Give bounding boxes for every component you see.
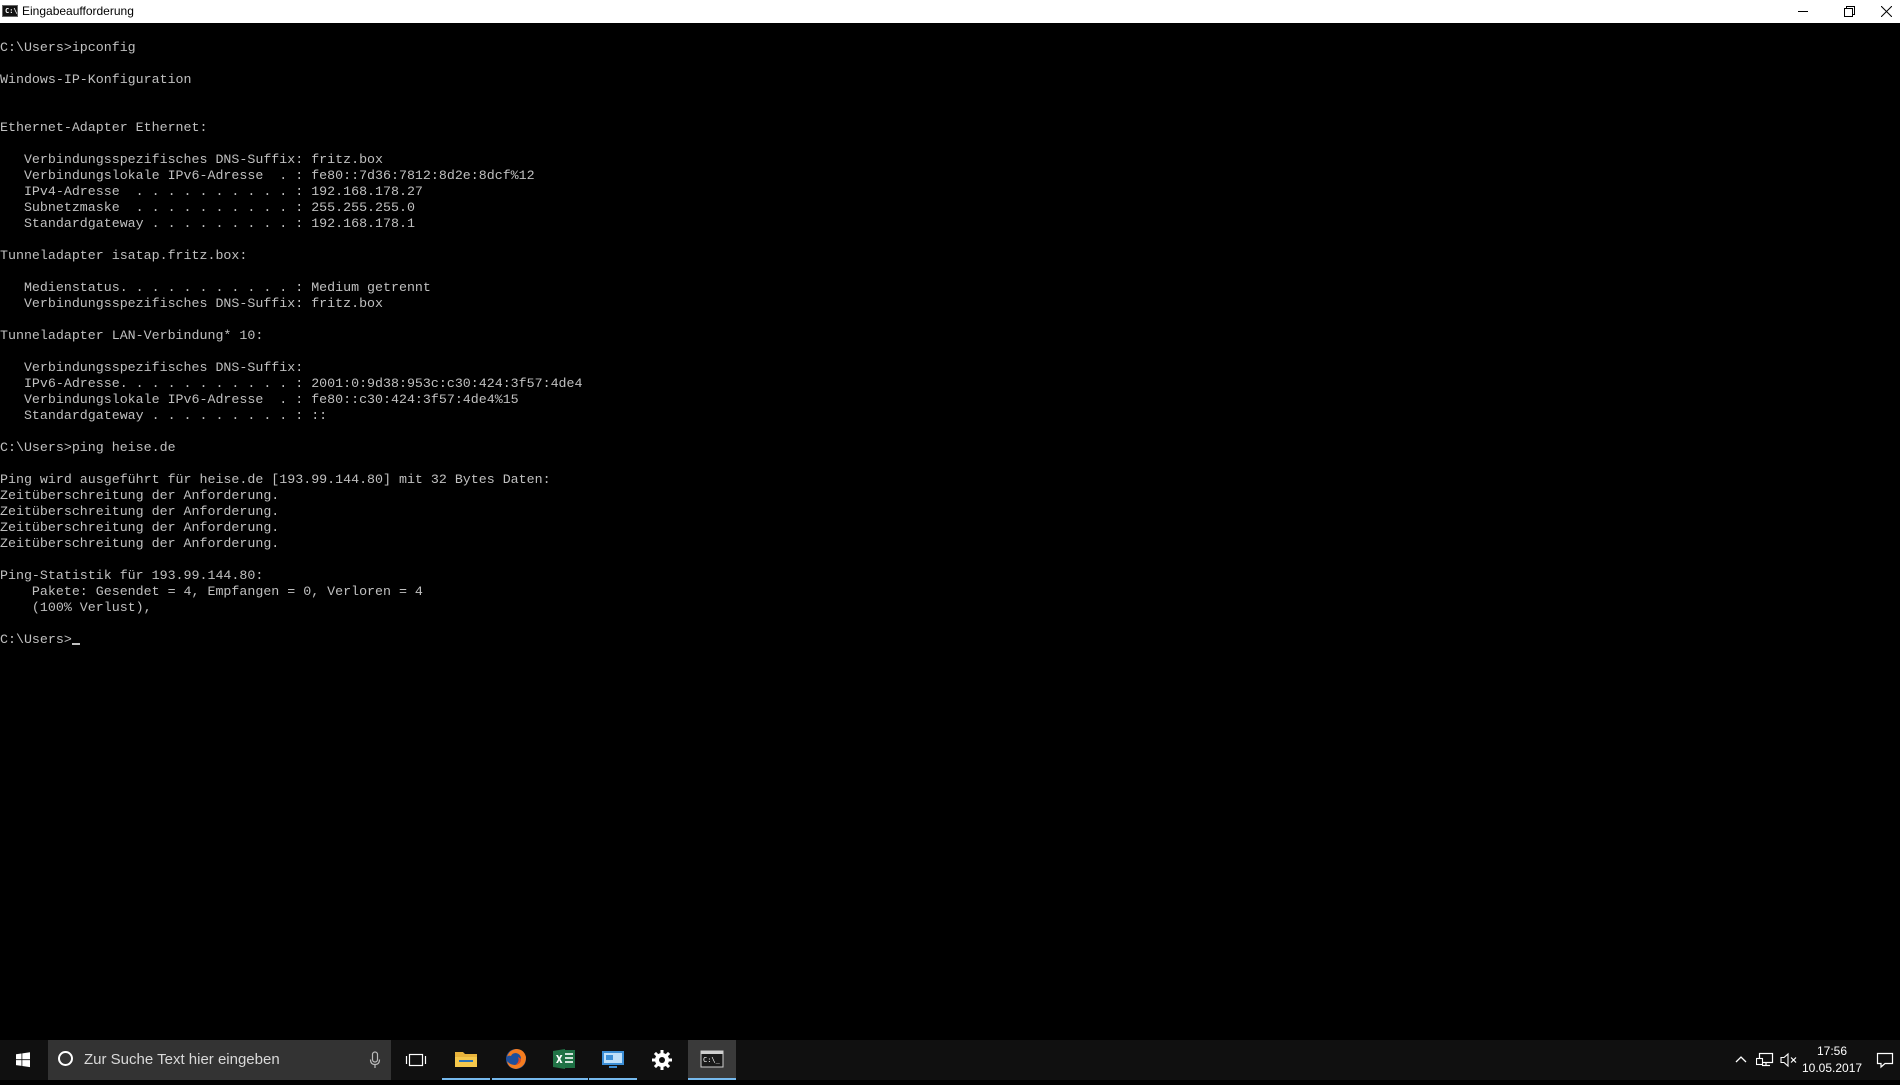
console-line: IPv4-Adresse . . . . . . . . . . : 192.1… [0, 184, 423, 199]
console-line: Pakete: Gesendet = 4, Empfangen = 0, Ver… [0, 584, 423, 599]
console-line: Subnetzmaske . . . . . . . . . . : 255.2… [0, 200, 415, 215]
text-cursor [71, 643, 80, 645]
firefox-icon [506, 1049, 526, 1069]
taskbar-clock[interactable]: 17:56 10.05.2017 [1802, 1043, 1862, 1077]
console-line: Verbindungsspezifisches DNS-Suffix: frit… [0, 296, 384, 311]
console-line: Zeitüberschreitung der Anforderung. [0, 536, 280, 551]
task-view-button[interactable] [392, 1040, 440, 1080]
console-line: Ping wird ausgeführt für heise.de [193.9… [0, 472, 551, 487]
console-line: Standardgateway . . . . . . . . . : :: [0, 408, 328, 423]
console-line: Verbindungslokale IPv6-Adresse . : fe80:… [0, 392, 519, 407]
remote-desktop-icon [602, 1051, 624, 1068]
prompt: C:\Users> [0, 632, 72, 647]
action-center-icon[interactable] [1876, 1051, 1894, 1069]
console-line: Verbindungsspezifisches DNS-Suffix: [0, 360, 304, 375]
search-placeholder: Zur Suche Text hier eingeben [84, 1051, 280, 1068]
console-line: Ethernet-Adapter Ethernet: [0, 120, 208, 135]
console-line: Medienstatus. . . . . . . . . . . : Medi… [0, 280, 431, 295]
microphone-icon[interactable] [369, 1051, 381, 1069]
cortana-icon [58, 1051, 73, 1066]
task-view-icon [405, 1053, 427, 1067]
window-title: Eingabeaufforderung [22, 4, 134, 18]
console-line: IPv6-Adresse. . . . . . . . . . . : 2001… [0, 376, 583, 391]
console-line: Verbindungsspezifisches DNS-Suffix: frit… [0, 152, 384, 167]
taskbar-command-prompt[interactable]: C:\_ [688, 1040, 736, 1080]
folder-icon [455, 1052, 477, 1067]
prompt-line[interactable]: C:\Users> [0, 632, 1900, 648]
minimize-button[interactable] [1781, 0, 1825, 23]
app-icon-label: C:\ [5, 7, 18, 15]
console-line: Verbindungslokale IPv6-Adresse . : fe80:… [0, 168, 535, 183]
console-output[interactable]: C:\Users>ipconfig Windows-IP-Konfigurati… [0, 40, 1900, 648]
console-line: Zeitüberschreitung der Anforderung. [0, 488, 280, 503]
console-line: Standardgateway . . . . . . . . . : 192.… [0, 216, 415, 231]
restore-icon [1843, 6, 1855, 17]
taskbar-settings[interactable] [638, 1040, 686, 1080]
taskbar-excel[interactable] [540, 1040, 588, 1080]
title-bar: C:\ Eingabeaufforderung [0, 0, 1900, 23]
console-line: Windows-IP-Konfiguration [0, 72, 192, 87]
svg-text:C:\_: C:\_ [703, 1056, 721, 1064]
minimize-icon [1798, 11, 1808, 12]
taskbar-file-explorer[interactable] [442, 1040, 490, 1080]
show-hidden-icons-icon[interactable] [1734, 1052, 1748, 1068]
console-line: Tunneladapter isatap.fritz.box: [0, 248, 248, 263]
start-button[interactable] [0, 1040, 46, 1080]
network-icon[interactable] [1756, 1052, 1774, 1068]
close-icon [1880, 6, 1892, 17]
console-line: C:\Users>ping heise.de [0, 440, 176, 455]
console-line: Ping-Statistik für 193.99.144.80: [0, 568, 264, 583]
gear-icon [652, 1050, 672, 1070]
excel-icon [553, 1049, 575, 1069]
console-line: Tunneladapter LAN-Verbindung* 10: [0, 328, 264, 343]
clock-date: 10.05.2017 [1802, 1061, 1863, 1075]
close-button[interactable] [1872, 0, 1900, 23]
volume-muted-icon[interactable] [1780, 1052, 1798, 1068]
search-box[interactable]: Zur Suche Text hier eingeben [48, 1040, 391, 1080]
cmd-icon: C:\_ [700, 1050, 724, 1068]
restore-button[interactable] [1827, 0, 1871, 23]
windows-logo-icon [16, 1052, 30, 1068]
console-line: Zeitüberschreitung der Anforderung. [0, 520, 280, 535]
console-line: (100% Verlust), [0, 600, 152, 615]
taskbar-firefox[interactable] [492, 1040, 540, 1080]
console-line: Zeitüberschreitung der Anforderung. [0, 504, 280, 519]
clock-time: 17:56 [1816, 1044, 1848, 1058]
taskbar-remote-desktop[interactable] [589, 1040, 637, 1080]
console-line: C:\Users>ipconfig [0, 40, 136, 55]
taskbar: Zur Suche Text hier eingeben C:\_ 17:56 … [0, 1040, 1900, 1080]
cmd-app-icon[interactable]: C:\ [2, 5, 18, 17]
